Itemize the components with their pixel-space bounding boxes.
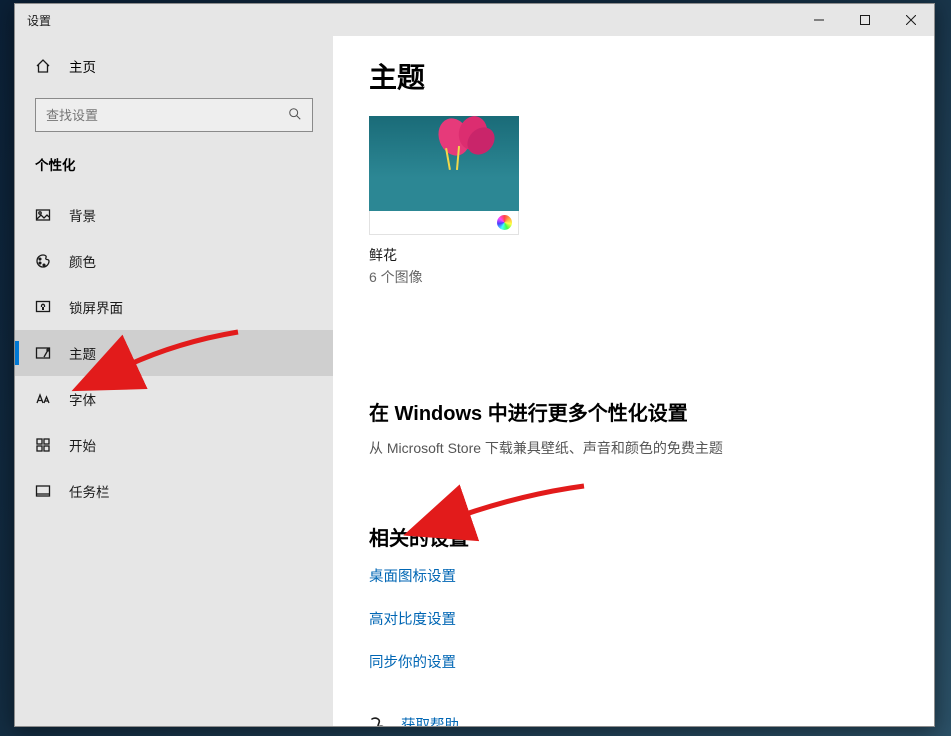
related-settings-heading: 相关的设置	[369, 522, 934, 551]
link-high-contrast-settings[interactable]: 高对比度设置	[369, 608, 934, 629]
more-personalization-heading: 在 Windows 中进行更多个性化设置	[369, 397, 934, 426]
sidebar-item-themes[interactable]: 主题	[15, 330, 333, 376]
sidebar-item-lockscreen[interactable]: 锁屏界面	[15, 284, 333, 330]
link-sync-settings[interactable]: 同步你的设置	[369, 651, 934, 672]
close-button[interactable]	[888, 4, 934, 36]
palette-icon	[35, 253, 51, 269]
home-icon	[35, 58, 51, 74]
sidebar-item-taskbar[interactable]: 任务栏	[15, 468, 333, 514]
sidebar-item-label: 字体	[69, 389, 96, 409]
theme-name: 鲜花	[369, 245, 519, 265]
window-controls	[796, 4, 934, 36]
font-icon	[35, 391, 51, 407]
help-icon	[369, 716, 387, 727]
sidebar: 主页 个性化 背景 颜色 锁屏界面	[15, 36, 333, 726]
search-icon	[288, 107, 302, 124]
theme-image-count: 6 个图像	[369, 267, 519, 287]
help-label: 获取帮助	[401, 714, 459, 726]
flower-image	[429, 116, 499, 165]
search-input[interactable]	[46, 108, 280, 123]
theme-thumbnail	[369, 116, 519, 211]
taskbar-icon	[35, 483, 51, 499]
home-label: 主页	[69, 56, 96, 76]
sidebar-section-label: 个性化	[15, 150, 333, 192]
start-icon	[35, 437, 51, 453]
sidebar-item-label: 开始	[69, 435, 96, 455]
footer-links: 获取帮助 提供反馈	[369, 714, 934, 726]
search-box[interactable]	[35, 98, 313, 132]
maximize-button[interactable]	[842, 4, 888, 36]
more-personalization-desc: 从 Microsoft Store 下载兼具壁纸、声音和颜色的免费主题	[369, 438, 934, 458]
sidebar-item-label: 背景	[69, 205, 96, 225]
sidebar-item-start[interactable]: 开始	[15, 422, 333, 468]
link-get-help[interactable]: 获取帮助	[369, 714, 934, 726]
sidebar-item-label: 主题	[69, 343, 96, 363]
sidebar-item-fonts[interactable]: 字体	[15, 376, 333, 422]
sidebar-item-label: 颜色	[69, 251, 96, 271]
theme-card[interactable]: 鲜花 6 个图像	[369, 116, 519, 287]
sidebar-item-colors[interactable]: 颜色	[15, 238, 333, 284]
minimize-button[interactable]	[796, 4, 842, 36]
sidebar-home[interactable]: 主页	[15, 46, 333, 88]
sidebar-item-label: 锁屏界面	[69, 297, 123, 317]
theme-icon	[35, 345, 51, 361]
sidebar-nav: 背景 颜色 锁屏界面 主题 字体	[15, 192, 333, 514]
sidebar-item-background[interactable]: 背景	[15, 192, 333, 238]
colorwheel-icon	[497, 215, 512, 230]
titlebar: 设置	[15, 4, 934, 36]
main-panel: 主题 鲜花 6 个图像 在 Windows 中进行更多个性化设置 从 Micro…	[333, 36, 934, 726]
theme-bar	[369, 211, 519, 235]
page-title: 主题	[369, 56, 934, 96]
link-desktop-icon-settings[interactable]: 桌面图标设置	[369, 565, 934, 586]
sidebar-item-label: 任务栏	[69, 481, 110, 501]
picture-icon	[35, 207, 51, 223]
lockscreen-icon	[35, 299, 51, 315]
settings-window: 设置 主页	[14, 3, 935, 727]
window-title: 设置	[15, 12, 51, 29]
content: 主页 个性化 背景 颜色 锁屏界面	[15, 36, 934, 726]
